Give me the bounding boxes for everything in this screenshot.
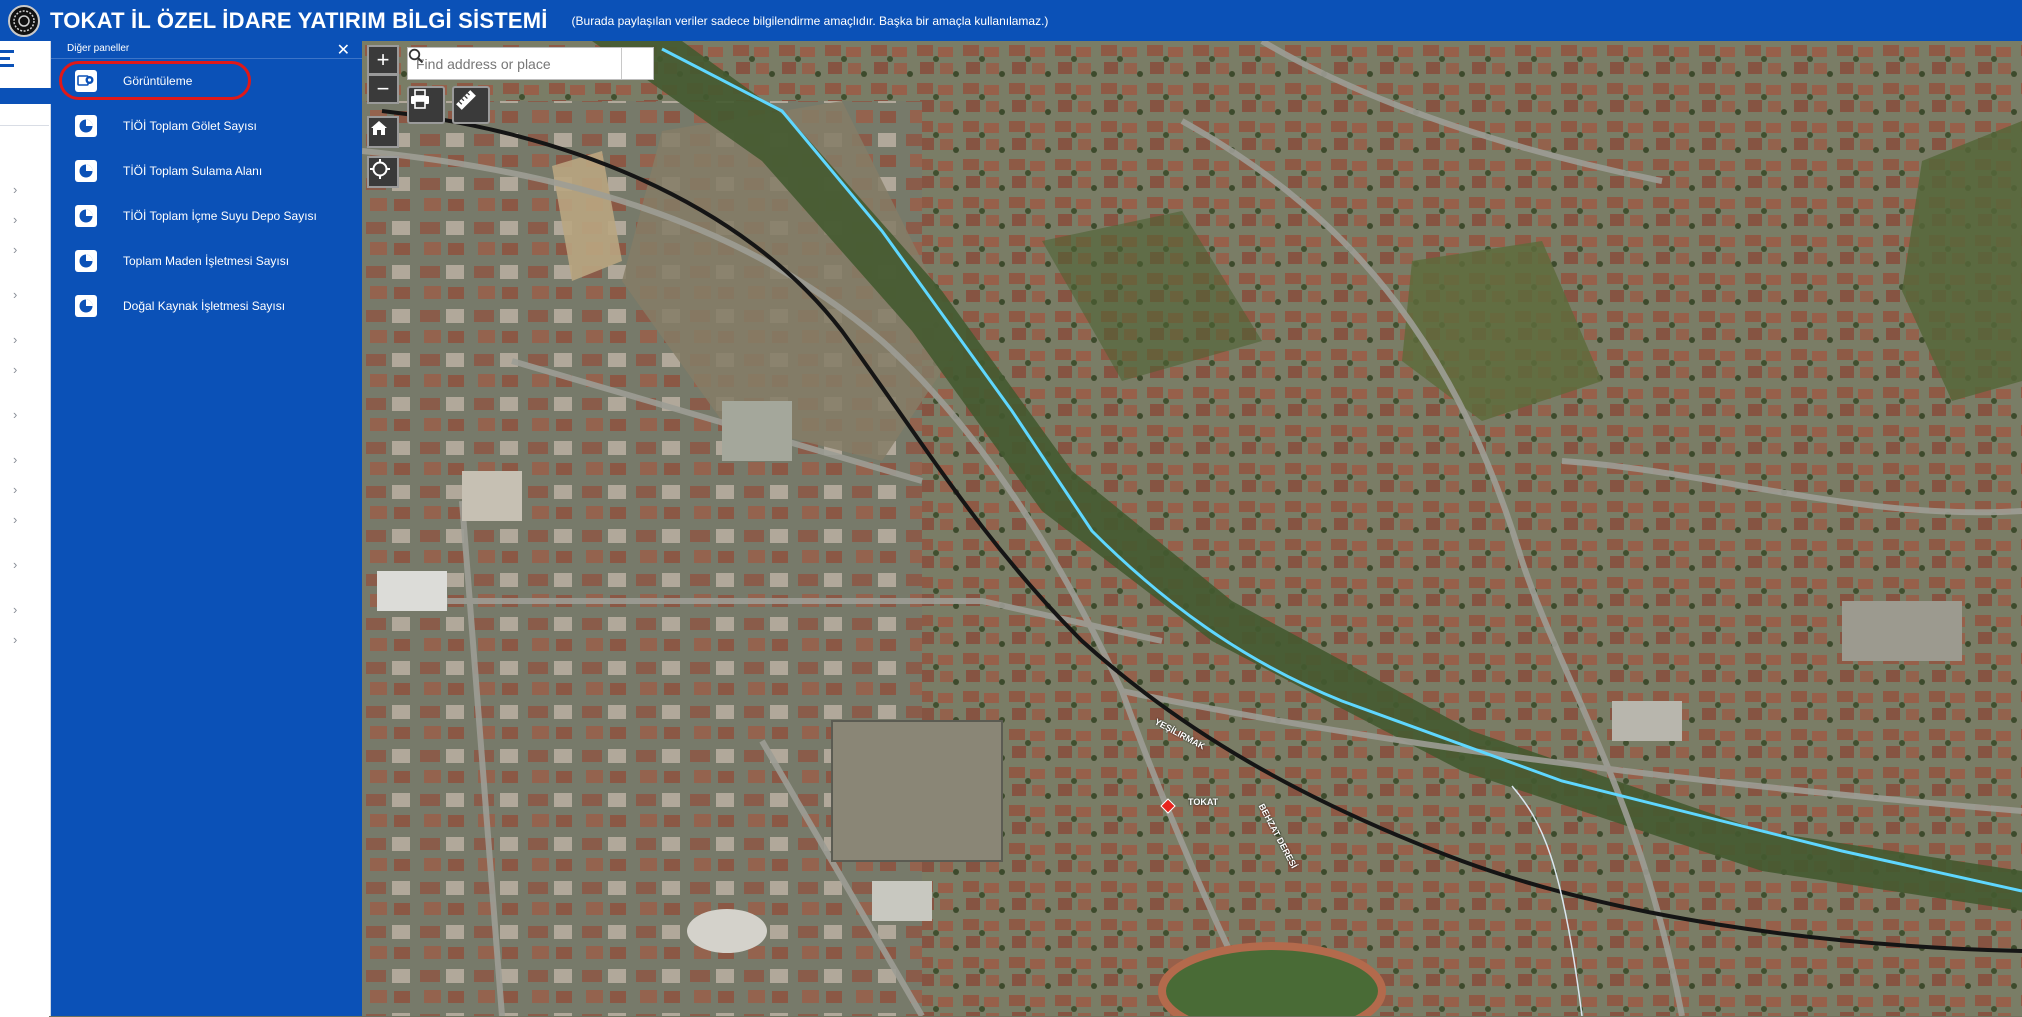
widget-dogal-kaynak[interactable]: Doğal Kaynak İşletmesi Sayısı [51, 284, 362, 328]
app-title: TOKAT İL ÖZEL İDARE YATIRIM BİLGİ SİSTEM… [50, 7, 548, 33]
chevron-right-icon[interactable]: › [13, 362, 17, 377]
chevron-right-icon[interactable]: › [13, 632, 17, 647]
chevron-right-icon[interactable]: › [13, 602, 17, 617]
pie-chart-icon [75, 160, 97, 182]
chevron-right-icon[interactable]: › [13, 242, 17, 257]
widget-icme-suyu-depo[interactable]: TİÖİ Toplam İçme Suyu Depo Sayısı [51, 194, 362, 238]
widget-label: TİÖİ Toplam İçme Suyu Depo Sayısı [123, 209, 317, 223]
crosshair-icon [370, 159, 390, 179]
chevron-right-icon[interactable]: › [13, 512, 17, 527]
chevron-right-icon[interactable]: › [13, 407, 17, 422]
chevron-right-icon[interactable]: › [13, 212, 17, 227]
widget-label: TİÖİ Toplam Gölet Sayısı [123, 119, 257, 133]
app-header: TOKAT İL ÖZEL İDARE YATIRIM BİLGİ SİSTEM… [0, 0, 2022, 41]
print-button[interactable] [407, 86, 445, 124]
widget-maden-isletmesi[interactable]: Toplam Maden İşletmesi Sayısı [51, 239, 362, 283]
highlight-annotation [59, 61, 251, 100]
pie-chart-icon [75, 295, 97, 317]
chevron-right-icon[interactable]: › [13, 182, 17, 197]
pie-chart-icon [75, 205, 97, 227]
satellite-imagery [362, 41, 2022, 1016]
sidebar-active-tab[interactable] [0, 88, 51, 104]
zoom-in-button[interactable]: + [367, 45, 399, 75]
widget-label: TİÖİ Toplam Sulama Alanı [123, 164, 263, 178]
satellite-map[interactable]: TOKAT YEŞİLIRMAK BEHZAT DERESİ + − [362, 41, 2022, 1016]
hamburger-menu-icon[interactable] [0, 50, 14, 72]
widget-sulama-alani[interactable]: TİÖİ Toplam Sulama Alanı [51, 149, 362, 193]
widget-label: Toplam Maden İşletmesi Sayısı [123, 254, 290, 268]
pie-chart-icon [75, 115, 97, 137]
left-sidebar: › › › › › › › › › › › › › [0, 41, 51, 1017]
printer-icon [411, 89, 429, 109]
home-icon [371, 121, 387, 135]
city-label: TOKAT [1188, 797, 1219, 807]
chevron-right-icon[interactable]: › [13, 452, 17, 467]
home-button[interactable] [367, 116, 399, 148]
widget-golet-sayisi[interactable]: TİÖİ Toplam Gölet Sayısı [51, 104, 362, 148]
panel-title: Diğer paneller [67, 43, 130, 54]
seal-logo [8, 4, 40, 37]
chevron-right-icon[interactable]: › [13, 482, 17, 497]
close-icon[interactable]: ✕ [337, 40, 350, 60]
chevron-right-icon[interactable]: › [13, 332, 17, 347]
measure-button[interactable] [452, 86, 490, 124]
widget-label: Doğal Kaynak İşletmesi Sayısı [123, 299, 286, 313]
sidebar-layer-list: › › › › › › › › › › › › › [0, 125, 49, 1017]
search-button[interactable] [408, 48, 653, 79]
chevron-right-icon[interactable]: › [13, 557, 17, 572]
zoom-out-button[interactable]: − [367, 74, 399, 104]
app-disclaimer: (Burada paylaşılan veriler sadece bilgil… [571, 13, 1049, 28]
locate-button[interactable] [367, 156, 399, 188]
ruler-icon [456, 90, 476, 110]
search-input[interactable] [408, 48, 621, 79]
chevron-right-icon[interactable]: › [13, 287, 17, 302]
other-panels: Diğer paneller ✕ Görüntüleme TİÖİ Toplam… [51, 41, 362, 1016]
search-icon [408, 48, 424, 64]
address-search [407, 47, 654, 80]
pie-chart-icon [75, 250, 97, 272]
panel-header: Diğer paneller ✕ [51, 41, 362, 59]
